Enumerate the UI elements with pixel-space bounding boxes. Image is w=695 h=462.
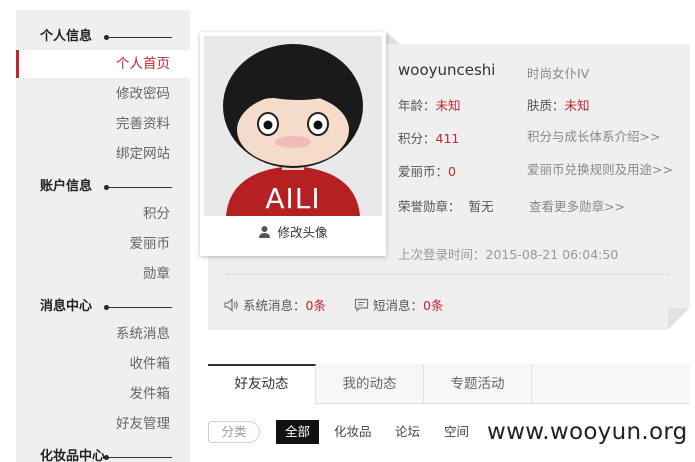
edit-avatar-button[interactable]: 修改头像 (200, 222, 386, 248)
sidebar-item-system-messages[interactable]: 系统消息 (16, 320, 190, 348)
system-messages-link[interactable]: 系统消息：0条 (224, 295, 326, 315)
short-messages-label: 短消息： (373, 298, 424, 313)
watermark: www.wooyun.org (487, 419, 688, 445)
section-title-cosmetics: 化妆品中心 (40, 449, 106, 462)
points-value: 411 (435, 131, 460, 146)
section-divider (106, 307, 172, 308)
section-divider (106, 187, 172, 188)
speaker-icon (224, 298, 239, 315)
user-title: 时尚女仆IV (527, 66, 590, 81)
sidebar: 个人信息 个人首页 修改密码 完善资料 绑定网站 账户信息 积分 爱丽币 勋章 … (16, 10, 190, 462)
medals-field: 荣誉勋章： 暂无 (398, 196, 494, 215)
divider (226, 274, 670, 275)
category-label: 分类 (208, 421, 260, 443)
filter-cosmetics[interactable]: 化妆品 (334, 420, 372, 444)
coins-label: 爱丽币： (398, 164, 449, 179)
points-field: 积分：411 (398, 128, 459, 147)
avatar-card: AILI 修改头像 (200, 32, 386, 256)
medals-value: 暂无 (468, 199, 494, 214)
system-messages-count: 0条 (305, 298, 326, 313)
message-icon (354, 298, 369, 315)
filter-space[interactable]: 空间 (444, 420, 469, 444)
tab-friends-activity[interactable]: 好友动态 (208, 364, 316, 405)
sidebar-item-points[interactable]: 积分 (16, 200, 190, 228)
section-divider (106, 37, 172, 38)
corner-fold (668, 308, 690, 330)
username: wooyunceshi (398, 61, 496, 79)
sidebar-item-coins[interactable]: 爱丽币 (16, 230, 190, 258)
section-title-messages: 消息中心 (40, 299, 93, 314)
coins-rules-link[interactable]: 爱丽币兑换规则及用途>> (527, 159, 673, 178)
section-divider (106, 457, 172, 458)
age-label: 年龄： (398, 98, 436, 113)
sidebar-item-home[interactable]: 个人首页 (16, 50, 190, 78)
coins-field: 爱丽币：0 (398, 161, 456, 180)
points-info-link[interactable]: 积分与成长体系介绍>> (527, 126, 660, 145)
coins-value: 0 (448, 164, 456, 179)
sidebar-item-inbox[interactable]: 收件箱 (16, 350, 190, 378)
last-login-time: 上次登录时间：2015-08-21 06:04:50 (398, 247, 619, 262)
avatar[interactable]: AILI (204, 36, 382, 216)
filter-all[interactable]: 全部 (276, 420, 320, 444)
skin-value: 未知 (564, 98, 590, 113)
sidebar-item-complete-profile[interactable]: 完善资料 (16, 110, 190, 138)
sidebar-item-bind-site[interactable]: 绑定网站 (16, 140, 190, 168)
sidebar-item-medals[interactable]: 勋章 (16, 260, 190, 288)
section-title-personal: 个人信息 (40, 29, 93, 44)
more-medals-link[interactable]: 查看更多勋章>> (529, 196, 625, 215)
section-title-account: 账户信息 (40, 179, 93, 194)
filter-forum[interactable]: 论坛 (395, 420, 420, 444)
system-messages-label: 系统消息： (243, 298, 306, 313)
age-field: 年龄：未知 (398, 95, 461, 114)
activity-tabs: 好友动态 我的动态 专题活动 (208, 364, 690, 405)
sidebar-item-change-password[interactable]: 修改密码 (16, 80, 190, 108)
tab-my-activity[interactable]: 我的动态 (316, 364, 424, 404)
skin-label: 肤质： (527, 98, 565, 113)
age-value: 未知 (435, 98, 461, 113)
short-messages-link[interactable]: 短消息：0条 (354, 295, 443, 315)
tab-special-events[interactable]: 专题活动 (424, 364, 532, 404)
sidebar-item-outbox[interactable]: 发件箱 (16, 380, 190, 408)
skin-field: 肤质：未知 (527, 95, 590, 114)
short-messages-count: 0条 (423, 298, 444, 313)
corner-fold (386, 32, 400, 44)
points-label: 积分： (398, 131, 436, 146)
avatar-text: AILI (265, 182, 321, 215)
sidebar-item-friends[interactable]: 好友管理 (16, 410, 190, 438)
user-icon (258, 225, 271, 241)
medals-label: 荣誉勋章： (398, 199, 461, 214)
edit-avatar-label: 修改头像 (277, 225, 328, 240)
